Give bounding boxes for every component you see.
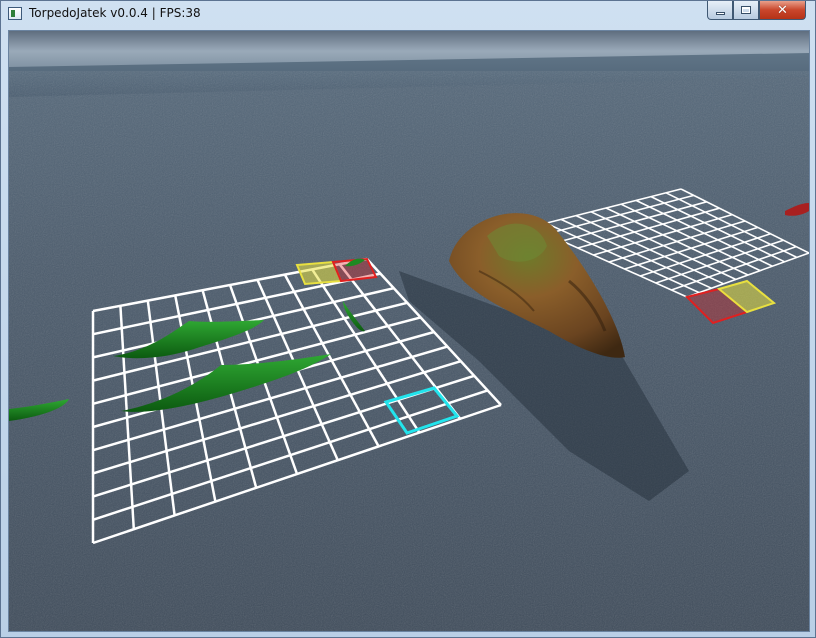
- maximize-button[interactable]: [733, 1, 759, 20]
- app-icon: [8, 7, 22, 20]
- close-button[interactable]: ✕: [759, 1, 806, 20]
- game-viewport[interactable]: [8, 30, 810, 632]
- maximize-icon: [741, 6, 751, 14]
- close-icon: ✕: [777, 2, 788, 18]
- game-window: TorpedoJatek v0.0.4 | FPS:38 ✕: [0, 0, 816, 638]
- water-texture: [9, 71, 809, 631]
- window-title: TorpedoJatek v0.0.4 | FPS:38: [29, 6, 201, 20]
- scene-3d[interactable]: [9, 31, 809, 631]
- title-bar[interactable]: TorpedoJatek v0.0.4 | FPS:38 ✕: [0, 0, 816, 29]
- minimize-icon: [715, 11, 725, 15]
- minimize-button[interactable]: [707, 1, 733, 20]
